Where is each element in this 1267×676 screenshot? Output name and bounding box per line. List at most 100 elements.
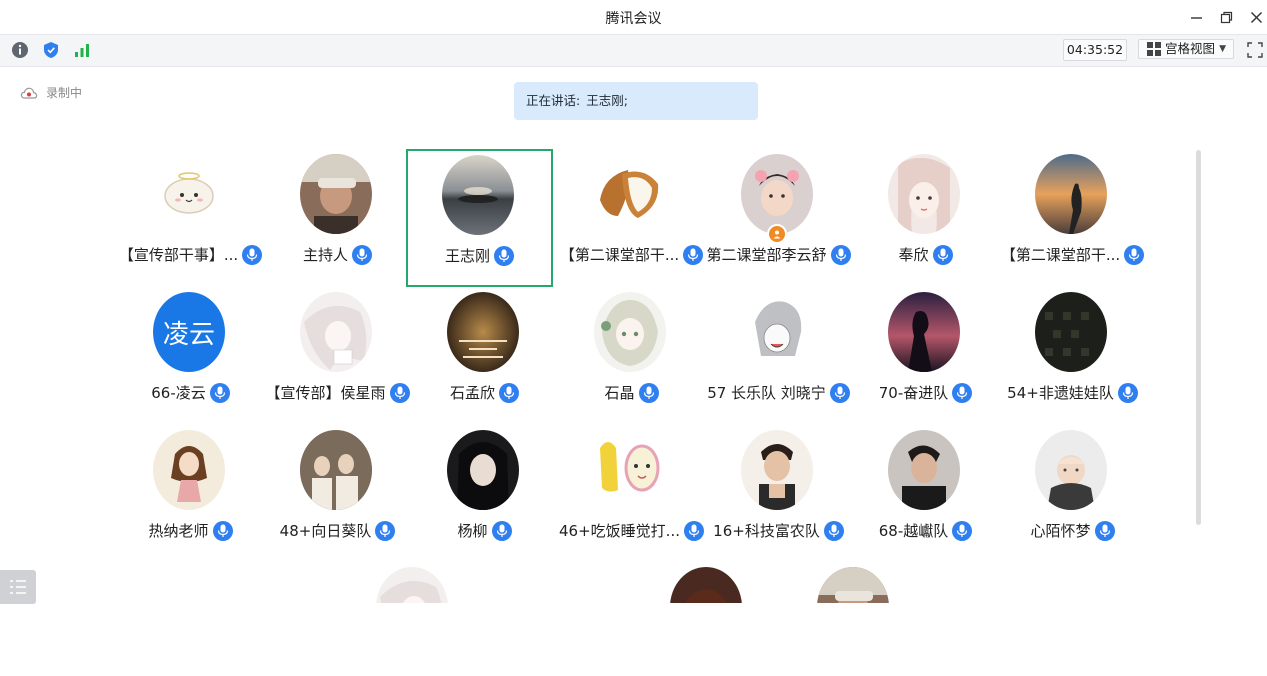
participant-tile[interactable]: 【第二课堂部干... bbox=[999, 148, 1146, 286]
anime-sketch-avatar bbox=[741, 292, 813, 372]
avatar-text: 凌云 bbox=[162, 319, 215, 350]
participant-tile[interactable]: 石孟欣 bbox=[411, 286, 558, 424]
participant-name: 王志刚 bbox=[444, 247, 490, 265]
portrait-avatar bbox=[447, 430, 519, 510]
partial-participant-avatar[interactable] bbox=[817, 567, 889, 603]
participant-tile[interactable]: 48+向日葵队 bbox=[264, 424, 411, 562]
anime-avatar bbox=[300, 292, 372, 372]
signal-icon[interactable] bbox=[73, 41, 91, 59]
participant-tile[interactable]: 【第二课堂部干... bbox=[558, 148, 705, 286]
participant-name: 54+非遗娃娃队 bbox=[1007, 384, 1114, 402]
participant-tile[interactable]: 奉欣 bbox=[852, 148, 999, 286]
participant-name: 主持人 bbox=[302, 246, 348, 264]
participant-name: 【宣传部】侯星雨 bbox=[265, 384, 386, 402]
grid-scrollbar[interactable] bbox=[1196, 150, 1201, 525]
microphone-icon[interactable] bbox=[1124, 244, 1145, 265]
participant-tile[interactable]: 热纳老师 bbox=[117, 424, 264, 562]
man-photo-avatar bbox=[741, 430, 813, 510]
participant-name: 66-凌云 bbox=[151, 384, 206, 402]
photo-avatar bbox=[300, 154, 372, 234]
close-icon[interactable] bbox=[1245, 6, 1267, 28]
participant-tile[interactable]: 石晶 bbox=[558, 286, 705, 424]
participant-tile[interactable]: 70-奋进队 bbox=[852, 286, 999, 424]
poster-avatar bbox=[447, 292, 519, 372]
coconut-avatar bbox=[594, 154, 666, 234]
view-mode-label: 宫格视图 bbox=[1165, 41, 1216, 56]
partial-participant-avatar[interactable] bbox=[670, 567, 742, 603]
microphone-icon[interactable] bbox=[491, 520, 512, 541]
microphone-icon[interactable] bbox=[638, 382, 659, 403]
participant-tile[interactable]: 57 长乐队 刘晓宁 bbox=[705, 286, 852, 424]
participant-name: 68-越巘队 bbox=[878, 522, 949, 540]
participant-tile[interactable]: 杨柳 bbox=[411, 424, 558, 562]
participant-name-row: 【第二课堂部干... bbox=[979, 244, 1166, 265]
speaking-prefix: 正在讲话: bbox=[526, 93, 581, 108]
microphone-icon[interactable] bbox=[499, 382, 519, 403]
drawing-avatar bbox=[153, 430, 225, 510]
participant-name-row: 心陌怀梦 bbox=[979, 520, 1166, 541]
anime-avatar bbox=[376, 567, 448, 603]
participant-name: 70-奋进队 bbox=[878, 384, 949, 402]
participant-name: 【宣传部干事】... bbox=[118, 246, 239, 264]
photo-avatar bbox=[817, 567, 889, 603]
participant-name: 第二课堂部李云舒 bbox=[706, 246, 827, 264]
participant-name: 石孟欣 bbox=[449, 384, 495, 402]
minimize-icon[interactable] bbox=[1185, 6, 1207, 28]
list-icon bbox=[10, 580, 26, 594]
participant-name: 【第二课堂部干... bbox=[1000, 246, 1121, 264]
participant-tile[interactable]: 王志刚 bbox=[406, 149, 553, 287]
participant-name: 心陌怀梦 bbox=[1030, 522, 1091, 540]
microphone-icon[interactable] bbox=[932, 244, 953, 265]
microphone-icon[interactable] bbox=[1094, 520, 1115, 541]
title-bar: 腾讯会议 bbox=[0, 0, 1267, 34]
speaking-banner: 正在讲话: 王志刚; bbox=[514, 82, 758, 120]
view-mode-dropdown[interactable]: 宫格视图 ▼ bbox=[1138, 39, 1234, 59]
microphone-icon[interactable] bbox=[352, 244, 372, 265]
chevron-down-icon: ▼ bbox=[1219, 44, 1226, 54]
microphone-icon[interactable] bbox=[952, 520, 973, 541]
meeting-timer: 04:35:52 bbox=[1063, 39, 1127, 61]
man-dark-avatar bbox=[888, 430, 960, 510]
dusk-silhouette-avatar bbox=[888, 292, 960, 372]
recording-indicator[interactable]: 录制中 bbox=[20, 84, 82, 101]
monk-avatar bbox=[1035, 430, 1107, 510]
participant-name: 【第二课堂部干... bbox=[559, 246, 680, 264]
microphone-icon[interactable] bbox=[212, 520, 233, 541]
silhouette-sunset-avatar bbox=[1035, 154, 1107, 234]
participant-tile[interactable]: 【宣传部干事】... bbox=[117, 148, 264, 286]
grid-view-icon bbox=[1147, 42, 1161, 56]
shield-icon[interactable] bbox=[42, 41, 60, 59]
meeting-toolbar: 04:35:52 宫格视图 ▼ bbox=[0, 34, 1267, 67]
cartoon-mirror-avatar bbox=[594, 430, 666, 510]
participant-name: 石晶 bbox=[604, 384, 635, 402]
participant-tile[interactable]: 16+科技富农队 bbox=[705, 424, 852, 562]
microphone-icon[interactable] bbox=[952, 382, 973, 403]
info-icon[interactable] bbox=[11, 41, 29, 59]
microphone-icon[interactable] bbox=[494, 245, 514, 266]
participant-tile[interactable]: 46+吃饭睡觉打... bbox=[558, 424, 705, 562]
participant-tile[interactable]: 54+非遗娃娃队 bbox=[999, 286, 1146, 424]
participant-tile[interactable]: 第二课堂部李云舒 bbox=[705, 148, 852, 286]
microphone-icon[interactable] bbox=[1117, 382, 1138, 403]
text-avatar: 凌云 bbox=[153, 292, 225, 372]
participant-tile[interactable]: 心陌怀梦 bbox=[999, 424, 1146, 562]
window-title: 腾讯会议 bbox=[605, 11, 662, 27]
participant-tile[interactable]: 【宣传部】侯星雨 bbox=[264, 286, 411, 424]
microphone-icon[interactable] bbox=[209, 382, 230, 403]
participant-tile[interactable]: 68-越巘队 bbox=[852, 424, 999, 562]
participant-tile[interactable]: 凌云 66-凌云 bbox=[117, 286, 264, 424]
participant-name-row: 54+非遗娃娃队 bbox=[979, 382, 1166, 403]
participant-name: 热纳老师 bbox=[148, 522, 209, 540]
recording-label: 录制中 bbox=[46, 86, 83, 100]
anime-girl-avatar bbox=[594, 292, 666, 372]
fullscreen-icon[interactable] bbox=[1247, 42, 1263, 58]
host-badge-icon bbox=[767, 224, 787, 244]
child-photo-avatar bbox=[741, 154, 813, 234]
participant-name: 57 长乐队 刘晓宁 bbox=[707, 384, 826, 402]
participant-name: 16+科技富农队 bbox=[713, 522, 820, 540]
group-photo-avatar bbox=[300, 430, 372, 510]
woman-photo-avatar bbox=[670, 567, 742, 603]
partial-participant-avatar[interactable] bbox=[376, 567, 448, 603]
restore-icon[interactable] bbox=[1215, 6, 1237, 28]
member-list-button[interactable] bbox=[0, 570, 36, 604]
